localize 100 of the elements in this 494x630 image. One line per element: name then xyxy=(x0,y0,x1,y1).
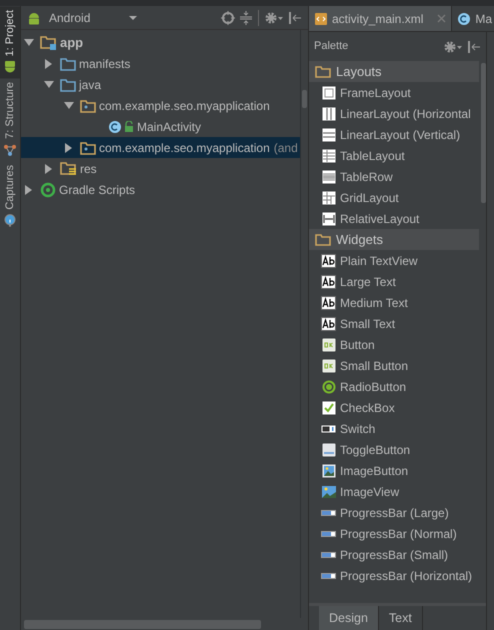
collapse-arrow-icon xyxy=(45,164,53,174)
class-icon xyxy=(457,12,472,26)
android-icon xyxy=(27,10,41,24)
palette-item[interactable]: Plain TextView xyxy=(309,250,479,271)
tree-item[interactable]: Gradle Scripts xyxy=(21,179,300,200)
lock-icon xyxy=(124,121,134,132)
palette-item[interactable]: ToggleButton xyxy=(309,439,479,460)
editor-tab[interactable]: Ma xyxy=(452,6,494,31)
collapse-all-icon xyxy=(239,10,253,24)
palette-item[interactable]: Small Button xyxy=(309,355,479,376)
expand-arrow-icon xyxy=(24,38,34,46)
tree-item[interactable]: java xyxy=(21,74,300,95)
side-tab[interactable]: Captures xyxy=(0,161,20,232)
progress-bar-icon xyxy=(321,572,336,580)
package-icon xyxy=(80,98,96,112)
progress-bar-icon xyxy=(321,508,336,516)
tree-item[interactable]: manifests xyxy=(21,53,300,74)
folder-icon xyxy=(60,161,77,176)
frame-layout-icon xyxy=(322,86,336,100)
text-view-icon xyxy=(321,296,336,310)
folder-icon xyxy=(40,35,57,50)
scrollbar-thumb[interactable] xyxy=(481,63,486,203)
palette-item[interactable]: LinearLayout (Horizontal xyxy=(309,103,479,124)
android-icon xyxy=(3,60,17,74)
palette-item[interactable]: Large Text xyxy=(309,271,479,292)
hide-panel-icon xyxy=(288,10,302,24)
module-hint: (and xyxy=(274,140,298,156)
palette-item[interactable]: Small Text xyxy=(309,313,479,334)
collapse-arrow-icon xyxy=(25,184,33,194)
palette-item[interactable]: TableRow xyxy=(309,166,479,187)
expand-arrow-icon xyxy=(64,102,74,110)
table-row-icon xyxy=(322,170,336,184)
tree-item[interactable]: com.example.seo.myapplication (and xyxy=(21,137,300,158)
scrollbar-thumb[interactable] xyxy=(302,90,307,108)
palette-item[interactable]: CheckBox xyxy=(309,397,479,418)
gradle-icon xyxy=(40,182,56,198)
scrollbar[interactable] xyxy=(24,620,261,629)
ok-button-icon xyxy=(322,358,336,372)
view-selector[interactable]: Android xyxy=(49,8,125,26)
switch-icon xyxy=(321,424,336,434)
palette-item[interactable]: LinearLayout (Vertical) xyxy=(309,124,479,145)
class-icon xyxy=(108,120,122,134)
collapse-arrow-icon xyxy=(65,142,73,152)
folder-icon xyxy=(60,78,76,92)
package-icon xyxy=(80,140,96,154)
palette-item[interactable]: ProgressBar (Large) xyxy=(309,502,479,523)
side-tab[interactable]: 1: Project xyxy=(0,6,20,78)
tree-item[interactable]: app xyxy=(21,32,300,53)
ok-button-icon xyxy=(322,338,336,352)
structure-icon xyxy=(3,143,17,158)
tree-item[interactable]: com.example.seo.myapplication xyxy=(21,95,300,116)
tree-item[interactable]: res xyxy=(21,158,300,179)
panel-title: Palette xyxy=(314,39,348,54)
image-button-icon xyxy=(322,464,336,478)
text-view-icon xyxy=(321,254,336,268)
folder-icon xyxy=(60,56,76,70)
progress-bar-icon xyxy=(321,530,336,538)
toggle-button-icon xyxy=(322,442,336,456)
folder-icon xyxy=(315,233,331,246)
collapse-arrow-icon xyxy=(45,58,53,68)
settings-icon xyxy=(443,40,463,54)
palette-item[interactable]: Switch xyxy=(309,418,479,439)
palette-group-header[interactable]: Layouts xyxy=(309,61,479,82)
side-tab[interactable]: 7: Structure xyxy=(0,78,20,162)
palette-item[interactable]: Medium Text xyxy=(309,292,479,313)
stopwatch-icon xyxy=(3,214,17,228)
radio-button-icon xyxy=(322,380,336,394)
progress-bar-icon xyxy=(321,550,336,558)
palette-item[interactable]: Button xyxy=(309,334,479,355)
toolbar-separator xyxy=(257,10,260,26)
palette-item[interactable]: FrameLayout xyxy=(309,82,479,103)
dropdown-caret-icon xyxy=(129,14,137,20)
view-tab[interactable]: Design xyxy=(319,606,379,630)
tree-item[interactable]: MainActivity xyxy=(21,116,300,137)
editor-tab[interactable]: activity_main.xml xyxy=(309,6,452,31)
palette-group-header[interactable]: Widgets xyxy=(309,229,479,250)
palette-item[interactable]: GridLayout xyxy=(309,187,479,208)
hide-panel-icon xyxy=(467,40,481,54)
checkbox-icon xyxy=(322,400,336,414)
view-tab[interactable]: Text xyxy=(378,606,423,630)
relative-layout-icon xyxy=(322,212,336,226)
expand-arrow-icon xyxy=(44,80,54,88)
palette-item[interactable]: TableLayout xyxy=(309,145,479,166)
palette-item[interactable]: ProgressBar (Normal) xyxy=(309,523,479,544)
linear-layout-icon xyxy=(322,106,336,120)
grid-layout-icon xyxy=(322,190,336,204)
close-icon xyxy=(437,14,446,23)
locate-icon xyxy=(221,10,235,24)
xml-file-icon xyxy=(314,12,328,26)
text-view-icon xyxy=(321,274,336,288)
settings-icon xyxy=(264,10,284,24)
image-icon xyxy=(322,484,336,498)
palette-item[interactable]: RelativeLayout xyxy=(309,208,479,229)
table-layout-icon xyxy=(322,148,336,162)
palette-item[interactable]: ImageView xyxy=(309,481,479,502)
palette-item[interactable]: ImageButton xyxy=(309,460,479,481)
palette-item[interactable]: ProgressBar (Horizontal) xyxy=(309,565,479,586)
palette-item[interactable]: ProgressBar (Small) xyxy=(309,544,479,565)
folder-icon xyxy=(315,65,331,78)
palette-item[interactable]: RadioButton xyxy=(309,376,479,397)
